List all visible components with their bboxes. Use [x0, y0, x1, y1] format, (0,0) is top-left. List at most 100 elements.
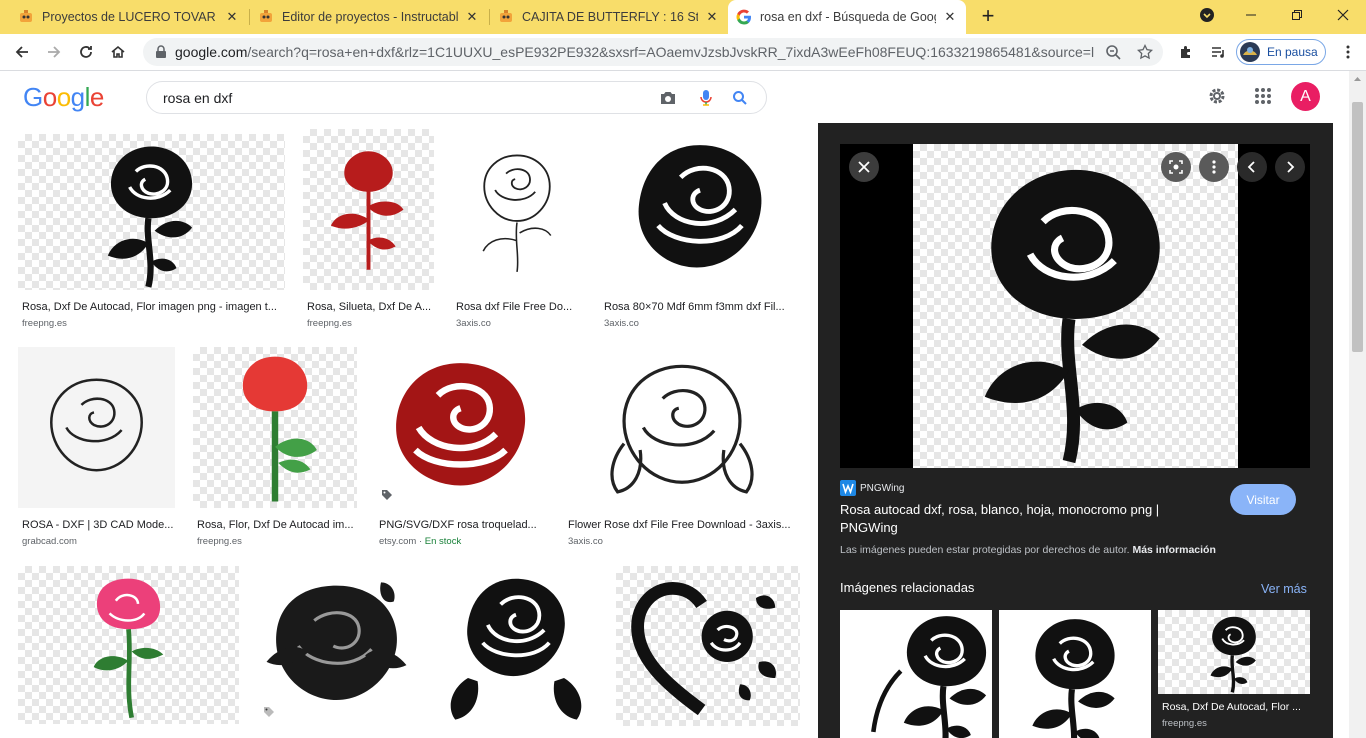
result-caption[interactable]: ROSA - DXF | 3D CAD Mode...: [22, 519, 174, 531]
rose-image: [913, 144, 1238, 468]
result-thumbnail[interactable]: [600, 129, 800, 290]
result-source: freepng.es: [197, 536, 242, 547]
close-window-button[interactable]: [1320, 0, 1366, 30]
result-caption[interactable]: Rosa, Flor, Dxf De Autocad im...: [197, 519, 357, 531]
result-source: freepng.es: [307, 318, 352, 329]
account-avatar[interactable]: A: [1291, 82, 1320, 111]
tab-title: CAJITA DE BUTTERFLY : 16 Steps -: [522, 10, 698, 24]
scroll-up-arrow-icon[interactable]: [1349, 74, 1366, 84]
related-image[interactable]: [999, 610, 1151, 738]
result-thumbnail[interactable]: [18, 347, 175, 508]
search-icon[interactable]: [732, 90, 748, 106]
result-thumbnail[interactable]: [303, 129, 434, 290]
tab-title: rosa en dxf - Búsqueda de Googl: [760, 10, 936, 24]
result-thumbnail[interactable]: [257, 566, 416, 726]
close-preview-button[interactable]: [849, 152, 879, 182]
close-icon[interactable]: ✕: [704, 9, 720, 25]
profile-button[interactable]: En pausa: [1236, 39, 1326, 65]
result-caption[interactable]: Rosa dxf File Free Do...: [456, 301, 582, 313]
google-logo[interactable]: Google: [23, 82, 104, 113]
more-info-link[interactable]: Más información: [1132, 544, 1215, 556]
related-image[interactable]: [840, 610, 992, 738]
camera-icon[interactable]: [659, 90, 677, 106]
scrollbar-thumb[interactable]: [1352, 102, 1363, 352]
settings-gear-icon[interactable]: [1207, 86, 1227, 106]
result-thumbnail[interactable]: [452, 129, 582, 290]
result-card[interactable]: [257, 566, 416, 738]
result-thumbnail[interactable]: [193, 347, 357, 508]
source-site[interactable]: PNGWing: [860, 483, 904, 494]
rose-image: [871, 610, 992, 738]
pngwing-logo-icon: [840, 480, 856, 496]
preview-image-frame[interactable]: [840, 144, 1310, 468]
rose-image: [396, 363, 526, 486]
result-thumbnail[interactable]: [616, 566, 800, 726]
more-options-icon[interactable]: [1199, 152, 1229, 182]
result-caption[interactable]: PNG/SVG/DXF rosa troquelad...: [379, 519, 546, 531]
minimize-button[interactable]: [1228, 0, 1274, 30]
result-caption[interactable]: Rosa 80×70 Mdf 6mm f3mm dxf Fil...: [604, 301, 800, 313]
tab-lucero[interactable]: Proyectos de LUCERO TOVAR - In ✕: [10, 0, 248, 34]
extensions-puzzle-icon[interactable]: [1172, 38, 1200, 66]
result-card[interactable]: Rosa, Dxf De Autocad, Flor imagen png - …: [18, 134, 285, 334]
page-scrollbar[interactable]: [1349, 71, 1366, 738]
next-image-icon[interactable]: [1275, 152, 1305, 182]
rose-image: [450, 576, 582, 720]
home-button[interactable]: [104, 38, 132, 66]
close-icon[interactable]: ✕: [942, 9, 958, 25]
tab-search-icon[interactable]: [1184, 0, 1230, 30]
browser-menu-icon[interactable]: [1334, 38, 1362, 66]
new-tab-button[interactable]: +: [976, 5, 1000, 29]
close-icon[interactable]: ✕: [224, 9, 240, 25]
url-text: google.com/search?q=rosa+en+dxf&rlz=1C1U…: [175, 44, 1095, 60]
result-source: etsy.com · En stock: [379, 536, 462, 547]
apps-grid-icon[interactable]: [1254, 87, 1272, 105]
result-card[interactable]: Rosa, Silueta, Dxf De A... freepng.es: [303, 129, 434, 334]
result-card[interactable]: Rosa, Flor, Dxf De Autocad im... freepng…: [193, 347, 357, 552]
result-thumbnail[interactable]: [18, 566, 239, 724]
result-card[interactable]: Flower Rose dxf File Free Download - 3ax…: [564, 347, 800, 552]
tab-google-search[interactable]: rosa en dxf - Búsqueda de Googl ✕: [728, 0, 966, 34]
search-input[interactable]: [163, 89, 653, 106]
restore-button[interactable]: [1274, 0, 1320, 30]
result-thumbnail[interactable]: [375, 347, 546, 508]
visit-button[interactable]: Visitar: [1230, 484, 1296, 515]
rose-image: [600, 129, 800, 290]
rose-image: [1208, 615, 1258, 695]
result-source: 3axis.co: [604, 318, 639, 329]
forward-button[interactable]: [40, 38, 68, 66]
back-button[interactable]: [8, 38, 36, 66]
result-thumbnail[interactable]: [18, 134, 285, 290]
result-caption[interactable]: Rosa, Silueta, Dxf De A...: [307, 301, 435, 313]
result-card[interactable]: Rosa dxf File Free Do... 3axis.co: [452, 129, 582, 334]
result-card[interactable]: [434, 566, 598, 738]
result-source: 3axis.co: [456, 318, 491, 329]
result-source: 3axis.co: [568, 536, 603, 547]
bookmark-star-icon[interactable]: [1137, 44, 1153, 60]
microphone-icon[interactable]: [699, 89, 713, 107]
see-more-link[interactable]: Ver más: [1261, 582, 1307, 596]
zoom-icon[interactable]: [1105, 44, 1121, 60]
result-caption[interactable]: Rosa, Dxf De Autocad, Flor imagen png - …: [22, 301, 284, 313]
tab-title: Editor de proyectos - Instructable: [282, 10, 458, 24]
result-card[interactable]: PNG/SVG/DXF rosa troquelad... etsy.com ·…: [375, 347, 546, 552]
preview-title[interactable]: Rosa autocad dxf, rosa, blanco, hoja, mo…: [840, 501, 1180, 537]
result-caption[interactable]: Flower Rose dxf File Free Download - 3ax…: [568, 519, 800, 531]
result-card[interactable]: Rosa 80×70 Mdf 6mm f3mm dxf Fil... 3axis…: [600, 129, 800, 334]
address-bar[interactable]: google.com/search?q=rosa+en+dxf&rlz=1C1U…: [143, 38, 1163, 66]
close-icon[interactable]: ✕: [464, 9, 480, 25]
lens-search-icon[interactable]: [1161, 152, 1191, 182]
result-thumbnail[interactable]: [564, 347, 800, 508]
media-control-icon[interactable]: [1204, 38, 1232, 66]
related-image[interactable]: Rosa, Dxf De Autocad, Flor ... freepng.e…: [1158, 610, 1310, 738]
instructables-robot-icon: [20, 10, 32, 22]
result-card[interactable]: ROSA - DXF | 3D CAD Mode... grabcad.com: [18, 347, 175, 552]
tab-editor[interactable]: Editor de proyectos - Instructable ✕: [250, 0, 488, 34]
tab-cajita[interactable]: CAJITA DE BUTTERFLY : 16 Steps - ✕: [490, 0, 728, 34]
result-card[interactable]: [616, 566, 800, 738]
result-card[interactable]: [18, 566, 239, 738]
previous-image-icon[interactable]: [1237, 152, 1267, 182]
reload-button[interactable]: [72, 38, 100, 66]
result-thumbnail[interactable]: [434, 566, 598, 726]
rose-image: [610, 364, 754, 494]
